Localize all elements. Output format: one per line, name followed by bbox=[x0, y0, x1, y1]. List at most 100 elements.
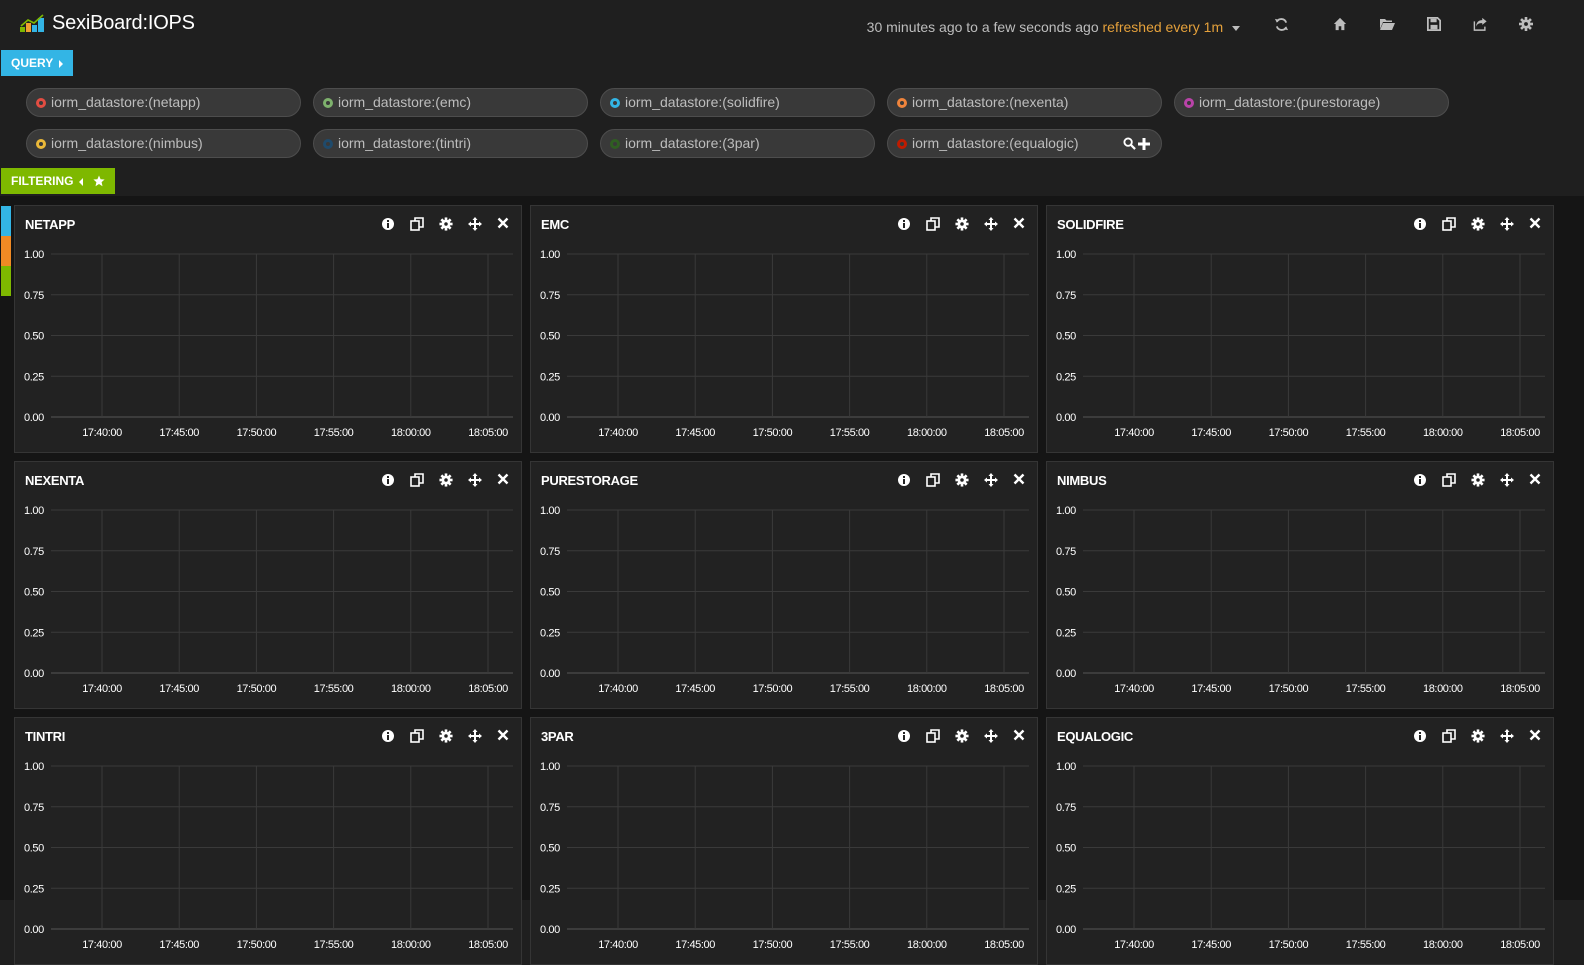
search-icon[interactable] bbox=[1123, 137, 1136, 150]
gear-icon[interactable] bbox=[1471, 473, 1485, 487]
move-icon[interactable] bbox=[1500, 729, 1514, 743]
gear-icon[interactable] bbox=[955, 473, 969, 487]
query-label[interactable]: iorm_datastore:(solidfire) bbox=[625, 94, 780, 110]
panel-title[interactable]: NETAPP bbox=[25, 217, 75, 232]
info-icon[interactable] bbox=[897, 729, 911, 743]
info-icon[interactable] bbox=[897, 217, 911, 231]
query-tab[interactable]: QUERY bbox=[1, 50, 74, 76]
query-label[interactable]: iorm_datastore:(netapp) bbox=[51, 94, 200, 110]
move-icon[interactable] bbox=[468, 473, 482, 487]
info-icon[interactable] bbox=[1413, 729, 1427, 743]
chart-plot[interactable]: 1.00 0.75 0.50 0.25 0.00 17:40:00 17:45:00 17:5… bbox=[1047, 246, 1553, 446]
info-icon[interactable] bbox=[1413, 473, 1427, 487]
close-icon[interactable] bbox=[1529, 217, 1543, 231]
close-icon[interactable] bbox=[1013, 729, 1027, 743]
filtering-tab[interactable]: FILTERING bbox=[1, 168, 115, 194]
duplicate-icon[interactable] bbox=[410, 217, 424, 231]
duplicate-icon[interactable] bbox=[1442, 729, 1456, 743]
gear-icon[interactable] bbox=[439, 729, 453, 743]
gear-icon[interactable] bbox=[1471, 217, 1485, 231]
chart-plot[interactable]: 1.00 0.75 0.50 0.25 0.00 17:40:00 17:45:00 17:5… bbox=[15, 758, 521, 958]
query-item-equalogic[interactable]: iorm_datastore:(equalogic) bbox=[887, 129, 1162, 158]
close-icon[interactable] bbox=[497, 729, 511, 743]
gear-icon[interactable] bbox=[1471, 729, 1485, 743]
move-icon[interactable] bbox=[1500, 473, 1514, 487]
share-icon[interactable] bbox=[1473, 17, 1489, 33]
query-item-netapp[interactable]: iorm_datastore:(netapp) bbox=[26, 88, 301, 117]
info-icon[interactable] bbox=[1413, 217, 1427, 231]
row-collapse-handle[interactable] bbox=[1, 206, 11, 236]
move-icon[interactable] bbox=[984, 729, 998, 743]
query-color-icon[interactable] bbox=[323, 139, 333, 149]
panel-title[interactable]: EQUALOGIC bbox=[1057, 729, 1133, 744]
chart-plot[interactable]: 1.00 0.75 0.50 0.25 0.00 17:40:00 17:45:00 17:5… bbox=[1047, 758, 1553, 958]
close-icon[interactable] bbox=[1013, 217, 1027, 231]
duplicate-icon[interactable] bbox=[926, 217, 940, 231]
panel-title[interactable]: 3PAR bbox=[541, 729, 574, 744]
query-color-icon[interactable] bbox=[323, 98, 333, 108]
star-icon[interactable] bbox=[93, 175, 105, 187]
query-item-3par[interactable]: iorm_datastore:(3par) bbox=[600, 129, 875, 158]
query-item-solidfire[interactable]: iorm_datastore:(solidfire) bbox=[600, 88, 875, 117]
panel-title[interactable]: NEXENTA bbox=[25, 473, 84, 488]
duplicate-icon[interactable] bbox=[926, 729, 940, 743]
query-label[interactable]: iorm_datastore:(nexenta) bbox=[912, 94, 1068, 110]
close-icon[interactable] bbox=[1529, 729, 1543, 743]
home-icon[interactable] bbox=[1333, 17, 1349, 33]
chart-plot[interactable]: 1.00 0.75 0.50 0.25 0.00 17:40:00 17:45:00 17:5… bbox=[15, 502, 521, 702]
gear-icon[interactable] bbox=[1519, 17, 1535, 33]
gear-icon[interactable] bbox=[955, 217, 969, 231]
query-color-icon[interactable] bbox=[610, 139, 620, 149]
close-icon[interactable] bbox=[1529, 473, 1543, 487]
panel-title[interactable]: TINTRI bbox=[25, 729, 65, 744]
duplicate-icon[interactable] bbox=[1442, 473, 1456, 487]
duplicate-icon[interactable] bbox=[926, 473, 940, 487]
query-color-icon[interactable] bbox=[610, 98, 620, 108]
panel-title[interactable]: EMC bbox=[541, 217, 569, 232]
time-range-picker[interactable]: 30 minutes ago to a few seconds ago refr… bbox=[867, 19, 1240, 35]
query-item-nimbus[interactable]: iorm_datastore:(nimbus) bbox=[26, 129, 301, 158]
move-icon[interactable] bbox=[984, 217, 998, 231]
chart-plot[interactable]: 1.00 0.75 0.50 0.25 0.00 17:40:00 17:45:00 17:5… bbox=[1047, 502, 1553, 702]
move-icon[interactable] bbox=[1500, 217, 1514, 231]
info-icon[interactable] bbox=[381, 217, 395, 231]
info-icon[interactable] bbox=[381, 729, 395, 743]
row-collapse-handle[interactable] bbox=[1, 236, 11, 266]
query-color-icon[interactable] bbox=[897, 98, 907, 108]
panel-title[interactable]: PURESTORAGE bbox=[541, 473, 638, 488]
close-icon[interactable] bbox=[1013, 473, 1027, 487]
duplicate-icon[interactable] bbox=[1442, 217, 1456, 231]
query-color-icon[interactable] bbox=[36, 139, 46, 149]
save-icon[interactable] bbox=[1427, 17, 1443, 33]
chart-plot[interactable]: 1.00 0.75 0.50 0.25 0.00 17:40:00 17:45:00 17:5… bbox=[531, 246, 1037, 446]
info-icon[interactable] bbox=[381, 473, 395, 487]
query-label[interactable]: iorm_datastore:(nimbus) bbox=[51, 135, 203, 151]
query-color-icon[interactable] bbox=[36, 98, 46, 108]
close-icon[interactable] bbox=[497, 473, 511, 487]
query-item-tintri[interactable]: iorm_datastore:(tintri) bbox=[313, 129, 588, 158]
gear-icon[interactable] bbox=[439, 217, 453, 231]
query-label[interactable]: iorm_datastore:(tintri) bbox=[338, 135, 471, 151]
gear-icon[interactable] bbox=[955, 729, 969, 743]
chart-plot[interactable]: 1.00 0.75 0.50 0.25 0.00 17:40:00 17:45:00 17:5… bbox=[15, 246, 521, 446]
query-color-icon[interactable] bbox=[1184, 98, 1194, 108]
chart-plot[interactable]: 1.00 0.75 0.50 0.25 0.00 17:40:00 17:45:00 17:5… bbox=[531, 758, 1037, 958]
query-color-icon[interactable] bbox=[897, 139, 907, 149]
query-item-emc[interactable]: iorm_datastore:(emc) bbox=[313, 88, 588, 117]
gear-icon[interactable] bbox=[439, 473, 453, 487]
move-icon[interactable] bbox=[468, 729, 482, 743]
duplicate-icon[interactable] bbox=[410, 473, 424, 487]
chart-plot[interactable]: 1.00 0.75 0.50 0.25 0.00 17:40:00 17:45:00 17:5… bbox=[531, 502, 1037, 702]
add-query-icon[interactable] bbox=[1138, 138, 1150, 150]
brand[interactable]: SexiBoard:IOPS bbox=[20, 12, 195, 35]
duplicate-icon[interactable] bbox=[410, 729, 424, 743]
query-item-nexenta[interactable]: iorm_datastore:(nexenta) bbox=[887, 88, 1162, 117]
query-label[interactable]: iorm_datastore:(purestorage) bbox=[1199, 94, 1380, 110]
panel-title[interactable]: NIMBUS bbox=[1057, 473, 1107, 488]
move-icon[interactable] bbox=[468, 217, 482, 231]
close-icon[interactable] bbox=[497, 217, 511, 231]
query-label[interactable]: iorm_datastore:(3par) bbox=[625, 135, 760, 151]
query-item-purestorage[interactable]: iorm_datastore:(purestorage) bbox=[1174, 88, 1449, 117]
folder-open-icon[interactable] bbox=[1379, 17, 1395, 33]
move-icon[interactable] bbox=[984, 473, 998, 487]
